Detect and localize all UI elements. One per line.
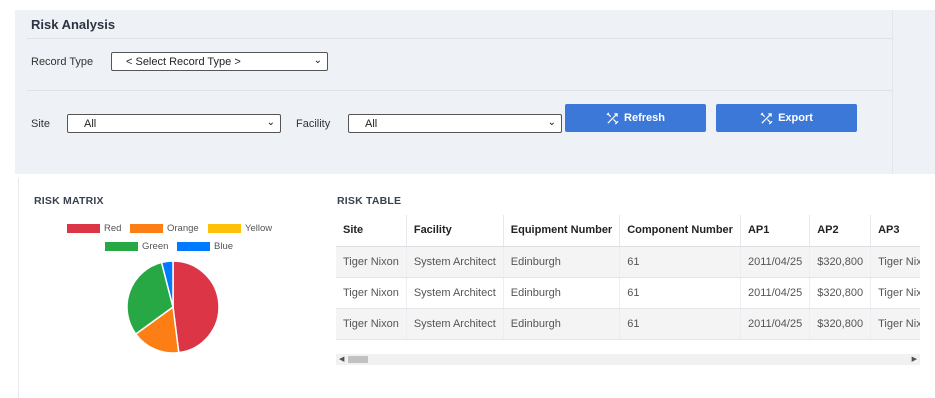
chevron-down-icon: ⌄ [313, 55, 322, 66]
table-cell: 61 [619, 246, 741, 278]
table-cell: 2011/04/25 [740, 277, 811, 309]
table-cell: Edinburgh [503, 277, 621, 309]
column-header-component-number[interactable]: Component Number [619, 215, 741, 247]
legend-item-blue[interactable]: Blue [177, 241, 233, 252]
chevron-down-icon: ⌄ [266, 117, 275, 128]
legend-label-blue: Blue [214, 241, 234, 252]
table-row[interactable]: Tiger Nixon System Architect Edinburgh 6… [336, 277, 920, 309]
legend-swatch-green [105, 242, 138, 251]
table-cell: Edinburgh [503, 246, 621, 278]
column-header-facility[interactable]: Facility [406, 215, 504, 247]
column-header-ap1[interactable]: AP1 [740, 215, 811, 247]
column-header-equipment-number[interactable]: Equipment Number [503, 215, 621, 247]
legend-label-yellow: Yellow [245, 223, 273, 234]
table-cell: $320,800 [809, 308, 872, 340]
legend-item-orange[interactable]: Orange [130, 223, 199, 234]
tools-icon [606, 112, 619, 124]
site-select[interactable]: All ⌄ [67, 114, 281, 133]
scroll-right-arrow-icon[interactable]: ▶ [912, 354, 917, 365]
column-header-ap3[interactable]: AP3 [870, 215, 920, 247]
table-horizontal-scrollbar[interactable]: ◀ ▶ [336, 354, 920, 365]
legend-swatch-blue [177, 242, 210, 251]
pie-slice-red[interactable] [172, 260, 220, 354]
scrollbar-thumb[interactable] [348, 356, 368, 363]
risk-table-viewport: Site Facility Equipment Number Component… [336, 215, 920, 343]
risk-table-title: RISK TABLE [337, 195, 402, 207]
table-cell: 61 [619, 308, 741, 340]
filter-panel-right-strip [892, 10, 935, 174]
table-row[interactable]: Tiger Nixon System Architect Edinburgh 6… [336, 246, 920, 278]
legend-label-green: Green [142, 241, 169, 252]
record-type-label: Record Type [31, 56, 94, 68]
risk-table: Site Facility Equipment Number Component… [336, 215, 920, 340]
export-button-label: Export [778, 112, 813, 124]
table-cell: $320,800 [809, 277, 872, 309]
table-cell: System Architect [406, 277, 504, 309]
legend-item-red[interactable]: Red [67, 223, 121, 234]
filter-panel [15, 10, 892, 174]
table-cell: Tiger Nixon [870, 308, 920, 340]
legend-label-orange: Orange [167, 223, 199, 234]
risk-pie-chart [126, 260, 220, 354]
panel-title: Risk Analysis [31, 17, 116, 32]
facility-label: Facility [296, 118, 331, 130]
legend-item-green[interactable]: Green [105, 241, 168, 252]
table-cell: Tiger Nixon [336, 277, 407, 309]
table-cell: System Architect [406, 246, 504, 278]
facility-select[interactable]: All ⌄ [348, 114, 562, 133]
table-cell: Tiger Nixon [870, 277, 920, 309]
table-row[interactable]: Tiger Nixon System Architect Edinburgh 6… [336, 308, 920, 340]
refresh-button-label: Refresh [624, 112, 665, 124]
record-type-select-value: < Select Record Type > [126, 55, 241, 68]
table-cell: 61 [619, 277, 741, 309]
table-cell: 2011/04/25 [740, 246, 811, 278]
table-cell: Tiger Nixon [336, 308, 407, 340]
table-cell: 2011/04/25 [740, 308, 811, 340]
filter-row-divider [27, 90, 892, 91]
record-type-select[interactable]: < Select Record Type > ⌄ [111, 52, 328, 71]
legend-swatch-yellow [208, 224, 241, 233]
legend-item-yellow[interactable]: Yellow [208, 223, 272, 234]
refresh-button[interactable]: Refresh [565, 104, 706, 132]
table-cell: Tiger Nixon [870, 246, 920, 278]
site-select-value: All [84, 117, 97, 130]
tools-icon [760, 112, 773, 124]
column-header-site[interactable]: Site [336, 215, 407, 247]
legend-swatch-red [67, 224, 100, 233]
legend-label-red: Red [104, 223, 122, 234]
site-label: Site [31, 118, 50, 130]
table-header-row: Site Facility Equipment Number Component… [336, 215, 920, 247]
chevron-down-icon: ⌄ [547, 117, 556, 128]
facility-select-value: All [365, 117, 378, 130]
risk-matrix-title: RISK MATRIX [34, 195, 104, 207]
table-cell: System Architect [406, 308, 504, 340]
panel-title-divider [27, 38, 892, 39]
table-cell: Tiger Nixon [336, 246, 407, 278]
table-cell: Edinburgh [503, 308, 621, 340]
column-header-ap2[interactable]: AP2 [809, 215, 872, 247]
export-button[interactable]: Export [716, 104, 857, 132]
scroll-left-arrow-icon[interactable]: ◀ [339, 354, 344, 365]
legend-swatch-orange [130, 224, 163, 233]
table-cell: $320,800 [809, 246, 872, 278]
